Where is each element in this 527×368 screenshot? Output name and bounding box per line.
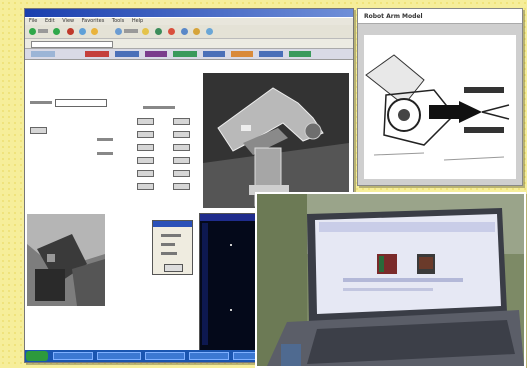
address-bar (25, 39, 353, 49)
browser-toolbar (25, 25, 353, 39)
address-input[interactable] (31, 41, 113, 48)
camera-view (27, 214, 105, 306)
robot-arm-image (203, 73, 349, 208)
stop-icon[interactable] (67, 28, 74, 35)
taskbar-item[interactable] (97, 352, 141, 360)
joint-button[interactable] (173, 144, 190, 151)
joint-button[interactable] (137, 157, 154, 164)
joint-button[interactable] (173, 170, 190, 177)
browser-title-bar[interactable] (25, 9, 353, 17)
menu-item-file[interactable]: File (29, 18, 37, 24)
link-item[interactable] (173, 51, 197, 57)
joint-button[interactable] (137, 183, 154, 190)
joint-button[interactable] (173, 131, 190, 138)
dialog-label (161, 252, 177, 255)
forward-icon[interactable] (53, 28, 60, 35)
menu-item-tools[interactable]: Tools (112, 18, 124, 24)
dialog-label (161, 234, 181, 237)
refresh-icon[interactable] (79, 28, 86, 35)
joint-button[interactable] (137, 131, 154, 138)
favorites-icon[interactable] (142, 28, 149, 35)
robot-diagram-panel: Robot Arm Model (357, 8, 523, 186)
laptop-photo (255, 192, 526, 368)
dialog-title-bar[interactable] (153, 221, 192, 227)
diagram-title: Robot Arm Model (364, 13, 423, 20)
control-label (97, 138, 113, 141)
link-item[interactable] (145, 51, 167, 57)
dialog-label (161, 243, 175, 246)
control-heading (143, 106, 175, 109)
link-item[interactable] (85, 51, 109, 57)
link-item[interactable] (259, 51, 283, 57)
robot-control-panel (25, 60, 201, 212)
home-icon[interactable] (91, 28, 98, 35)
link-item[interactable] (115, 51, 139, 57)
diagram-header: Robot Arm Model (358, 9, 522, 24)
joint-button[interactable] (137, 118, 154, 125)
camera-view-image (27, 214, 105, 306)
control-button[interactable] (30, 127, 47, 134)
taskbar-item[interactable] (53, 352, 93, 360)
browser-menu-bar: File Edit View Favorites Tools Help (25, 18, 353, 25)
menu-item-help[interactable]: Help (132, 18, 143, 24)
joint-button[interactable] (137, 144, 154, 151)
control-label (30, 101, 52, 104)
dialog-box (152, 220, 193, 275)
graph-axis-strip (202, 223, 208, 345)
control-label (97, 152, 113, 155)
graph-point (230, 244, 232, 246)
graph-point (230, 309, 232, 311)
robot-arm-render (203, 73, 349, 208)
taskbar-item[interactable] (145, 352, 185, 360)
joint-button[interactable] (173, 118, 190, 125)
back-label (38, 29, 48, 33)
joint-button[interactable] (173, 183, 190, 190)
links-bar (25, 49, 353, 60)
search-label (124, 29, 138, 33)
joint-button[interactable] (173, 157, 190, 164)
robot-arm-diagram (364, 35, 516, 179)
media-icon[interactable] (155, 28, 162, 35)
link-item[interactable] (31, 51, 55, 57)
link-item[interactable] (231, 51, 253, 57)
mail-icon[interactable] (181, 28, 188, 35)
edit-icon[interactable] (206, 28, 213, 35)
menu-item-edit[interactable]: Edit (45, 18, 55, 24)
link-item[interactable] (203, 51, 225, 57)
taskbar-item[interactable] (189, 352, 229, 360)
search-icon[interactable] (115, 28, 122, 35)
link-item[interactable] (289, 51, 311, 57)
print-icon[interactable] (193, 28, 200, 35)
menu-item-favorites[interactable]: Favorites (82, 18, 105, 24)
command-input[interactable] (55, 99, 107, 107)
start-button[interactable] (26, 351, 48, 361)
menu-item-view[interactable]: View (62, 18, 74, 24)
laptop-photo-image (257, 194, 524, 366)
history-icon[interactable] (168, 28, 175, 35)
joint-button[interactable] (137, 170, 154, 177)
back-icon[interactable] (29, 28, 36, 35)
diagram-drawing (364, 35, 516, 179)
dialog-ok-button[interactable] (164, 264, 183, 272)
